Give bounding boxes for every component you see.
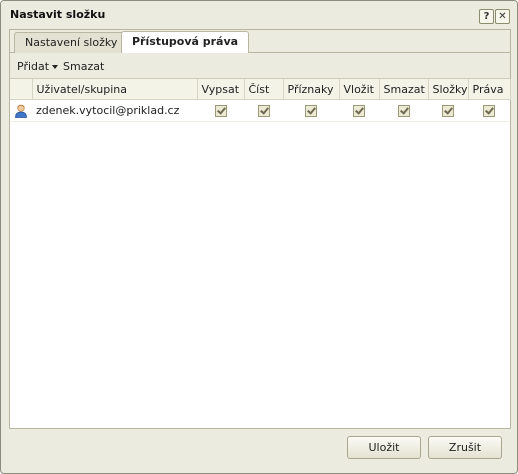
column-header-rights[interactable]: Práva [468,79,511,100]
save-button[interactable]: Uložit [347,436,421,459]
permission-folders-checkbox[interactable] [442,105,454,117]
help-button[interactable]: ? [479,9,494,24]
permission-flags-checkbox[interactable] [305,105,317,117]
permission-delete-cell [379,99,428,122]
permission-read-checkbox[interactable] [257,105,270,117]
table-header-row: Uživatel/skupina Vypsat Číst Příznaky Vl… [10,79,511,100]
permissions-table: Uživatel/skupina Vypsat Číst Příznaky Vl… [10,79,511,122]
user-name-cell: zdenek.vytocil@priklad.cz [32,99,197,122]
permission-flags-cell [283,99,339,122]
permission-insert-checkbox[interactable] [353,105,365,117]
permissions-toolbar: Přidat Smazat [10,53,510,79]
column-header-flags[interactable]: Příznaky [283,79,340,100]
column-header-list[interactable]: Vypsat [197,79,245,100]
user-icon [15,104,27,118]
permission-insert-cell [339,99,379,122]
column-header-user[interactable]: Uživatel/skupina [32,79,198,100]
dialog-title: Nastavit složku [10,8,106,21]
add-dropdown-button[interactable]: Přidat [17,60,59,73]
permission-rights-checkbox[interactable] [483,105,495,117]
permission-rights-cell [468,99,510,122]
permission-list-checkbox[interactable] [214,105,227,117]
column-header-insert[interactable]: Vložit [339,79,380,100]
column-header-delete[interactable]: Smazat [379,79,429,100]
column-header-read[interactable]: Číst [244,79,284,100]
add-label: Přidat [17,60,50,73]
folder-settings-dialog: Nastavit složku ? ✕ Nastavení složky Pří… [0,0,518,474]
tab-strip: Nastavení složky Přístupová práva [10,30,510,53]
table-row[interactable]: zdenek.vytocil@priklad.cz [10,99,510,122]
delete-button[interactable]: Smazat [63,60,104,73]
column-header-icon [10,79,33,100]
row-icon-cell [10,99,32,122]
column-header-folders[interactable]: Složky [428,79,469,100]
permissions-grid: Uživatel/skupina Vypsat Číst Příznaky Vl… [10,79,511,428]
chevron-down-icon [52,65,59,69]
permission-list-cell [197,99,244,122]
permission-read-cell [244,99,283,122]
tab-panel: Nastavení složky Přístupová práva Přidat… [9,29,511,429]
cancel-button[interactable]: Zrušit [428,436,502,459]
close-button[interactable]: ✕ [495,9,510,24]
permission-folders-cell [428,99,468,122]
tab-folder-settings[interactable]: Nastavení složky [14,32,129,53]
permission-delete-checkbox[interactable] [397,105,410,117]
dialog-titlebar[interactable]: Nastavit složku ? ✕ [1,1,517,28]
tab-access-rights[interactable]: Přístupová práva [121,31,250,53]
